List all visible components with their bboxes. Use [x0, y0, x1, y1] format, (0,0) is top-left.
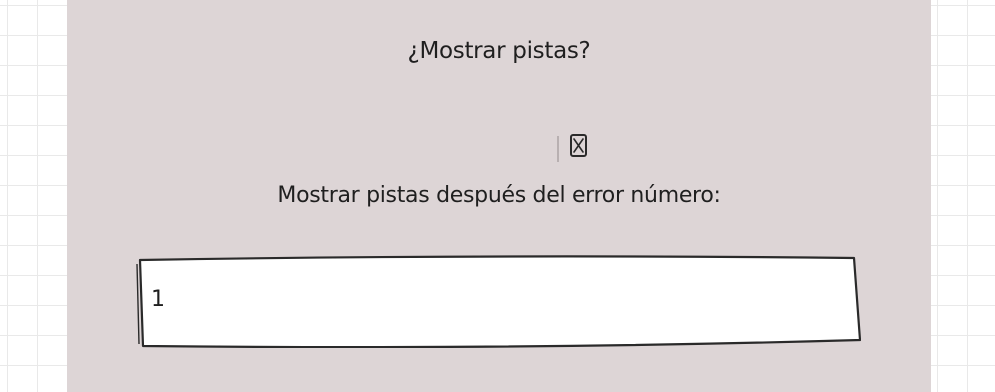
checkbox-cursor-line	[557, 136, 559, 162]
show-hints-checkbox[interactable]	[570, 134, 587, 157]
error-number-input-wrapper	[134, 254, 861, 348]
hints-after-error-label: Mostrar pistas después del error número:	[277, 183, 721, 208]
show-hints-question: ¿Mostrar pistas?	[407, 38, 591, 64]
x-mark-icon	[573, 138, 584, 153]
show-hints-checkbox-group	[557, 130, 597, 164]
error-number-input[interactable]	[151, 287, 831, 312]
